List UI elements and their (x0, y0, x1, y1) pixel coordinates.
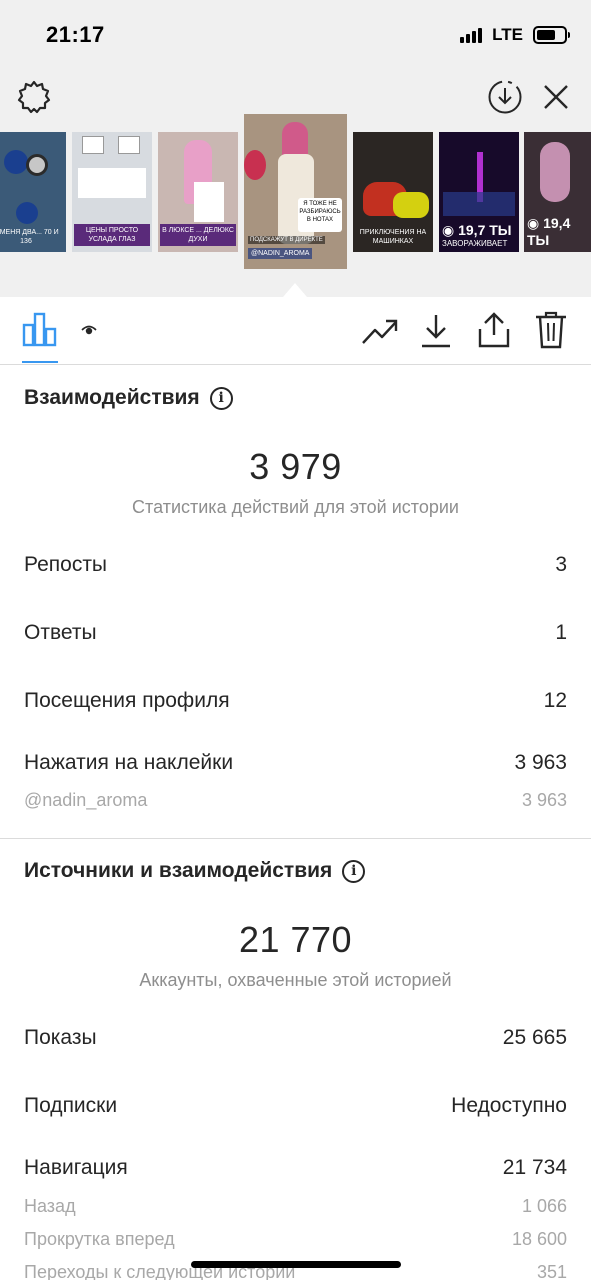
discovery-caption: Аккаунты, охваченные этой историей (139, 970, 452, 990)
views-icon: ◉ (527, 215, 544, 231)
info-icon[interactable]: i (209, 386, 233, 410)
interactions-title: Взаимодействия (24, 386, 200, 409)
discovery-total: 21 770 (238, 919, 353, 960)
stat-value: 3 963 (521, 790, 567, 810)
network-label: LTE (492, 25, 523, 44)
story-thumbnail[interactable]: ◉ 19,4 ТЫ (524, 132, 591, 252)
stat-value: 1 066 (521, 1196, 567, 1216)
discovery-title: Источники и взаимодействия (24, 859, 333, 882)
views-count: 19,7 ТЫ (458, 222, 512, 238)
status-indicators: LTE (460, 24, 570, 46)
battery-icon (533, 26, 570, 44)
stat-value: Недоступно (451, 1094, 567, 1117)
stat-value: 3 (555, 553, 567, 576)
stat-row-navigation: Навигация 21 734 (24, 1156, 567, 1180)
stat-subrow-back: Назад 1 066 (24, 1196, 567, 1217)
story-subtext: ЗАВОРАЖИВАЕТ (442, 239, 508, 248)
story-thumbnail[interactable]: ЦЕНЫ ПРОСТО УСЛАДА ГЛАЗ (72, 132, 152, 252)
stat-label: Назад (24, 1196, 76, 1216)
stat-row-impressions: Показы 25 665 (24, 1026, 567, 1050)
story-thumbnail[interactable]: ◉ 19,7 ТЫ ЗАВОРАЖИВАЕТ (439, 132, 519, 252)
story-thumbnail[interactable]: В ЛЮКСЕ ... ДЕЛЮКС ДУХИ (158, 132, 238, 252)
status-bar: 21:17 LTE (0, 0, 591, 70)
stat-label: Нажатия на наклейки (24, 751, 234, 774)
close-icon[interactable] (542, 83, 570, 111)
save-story-icon[interactable] (487, 79, 523, 115)
story-thumbnail-selected[interactable]: Я ТОЖЕ НЕ РАЗБИРАЮСЬ В НОТАХ ПОДСКАЖУТ В… (244, 114, 347, 269)
stat-value: 21 734 (502, 1156, 567, 1179)
viewers-tab-icon[interactable] (81, 323, 97, 337)
story-caption: В ЛЮКСЕ ... ДЕЛЮКС ДУХИ (160, 224, 236, 246)
interactions-heading: Взаимодействия i (24, 386, 233, 410)
stat-value: 3 963 (514, 751, 567, 774)
insights-tab-icon[interactable] (22, 311, 58, 347)
stat-row-replies: Ответы 1 (24, 621, 567, 645)
stat-subrow-mention: @nadin_aroma 3 963 (24, 790, 567, 811)
views-icon: ◉ (442, 222, 459, 238)
interactions-caption: Статистика действий для этой истории (132, 497, 459, 517)
stat-row-profile-visits: Посещения профиля 12 (24, 689, 567, 713)
promote-icon[interactable] (361, 317, 399, 347)
story-sticker: Я ТОЖЕ НЕ РАЗБИРАЮСЬ В НОТАХ (298, 198, 342, 232)
stat-label: Навигация (24, 1156, 128, 1179)
story-subtext: ПОДСКАЖУТ В ДИРЕКТЕ (248, 236, 325, 244)
stat-label: Показы (24, 1026, 97, 1049)
home-indicator[interactable] (191, 1261, 401, 1268)
stat-subrow-forward: Прокрутка вперед 18 600 (24, 1229, 567, 1250)
stat-value: 18 600 (511, 1229, 567, 1249)
info-icon[interactable]: i (342, 859, 366, 883)
stat-row-follows: Подписки Недоступно (24, 1094, 567, 1118)
stat-label: Репосты (24, 553, 108, 576)
story-caption: ПРИКЛЮЧЕНИЯ НА МАШИНКАХ (359, 229, 427, 245)
share-icon[interactable] (477, 311, 511, 349)
stat-value: 351 (536, 1262, 567, 1280)
stat-label: Посещения профиля (24, 689, 230, 712)
active-tab-indicator (22, 361, 58, 363)
story-header-area: 21:17 LTE У МЕНЯ ДВА... (0, 0, 591, 297)
stat-label: Ответы (24, 621, 97, 644)
status-time: 21:17 (46, 22, 105, 47)
discovery-heading: Источники и взаимодействия i (24, 859, 366, 883)
story-thumbnail[interactable]: ПРИКЛЮЧЕНИЯ НА МАШИНКАХ (353, 132, 433, 252)
section-divider (0, 838, 591, 839)
settings-gear-icon[interactable] (16, 79, 52, 115)
stat-label: @nadin_aroma (24, 790, 148, 810)
stat-label: Подписки (24, 1094, 118, 1117)
story-caption: У МЕНЯ ДВА... 70 И 136 (0, 229, 59, 245)
stat-value: 1 (555, 621, 567, 644)
insights-toolbar (0, 297, 591, 365)
download-icon[interactable] (420, 313, 452, 349)
story-caption: ЦЕНЫ ПРОСТО УСЛАДА ГЛАЗ (74, 224, 150, 246)
stat-label: Прокрутка вперед (24, 1229, 175, 1249)
stat-value: 25 665 (502, 1026, 567, 1049)
delete-icon[interactable] (535, 311, 567, 349)
selected-story-pointer (283, 283, 307, 297)
stat-row-reposts: Репосты 3 (24, 553, 567, 577)
stat-row-sticker-taps: Нажатия на наклейки 3 963 (24, 751, 567, 775)
stat-value: 12 (543, 689, 567, 712)
story-thumbnail[interactable]: У МЕНЯ ДВА... 70 И 136 (0, 132, 66, 252)
signal-icon (460, 27, 483, 43)
interactions-total: 3 979 (249, 446, 342, 487)
mention-sticker: @NADIN_AROMA (248, 248, 313, 259)
